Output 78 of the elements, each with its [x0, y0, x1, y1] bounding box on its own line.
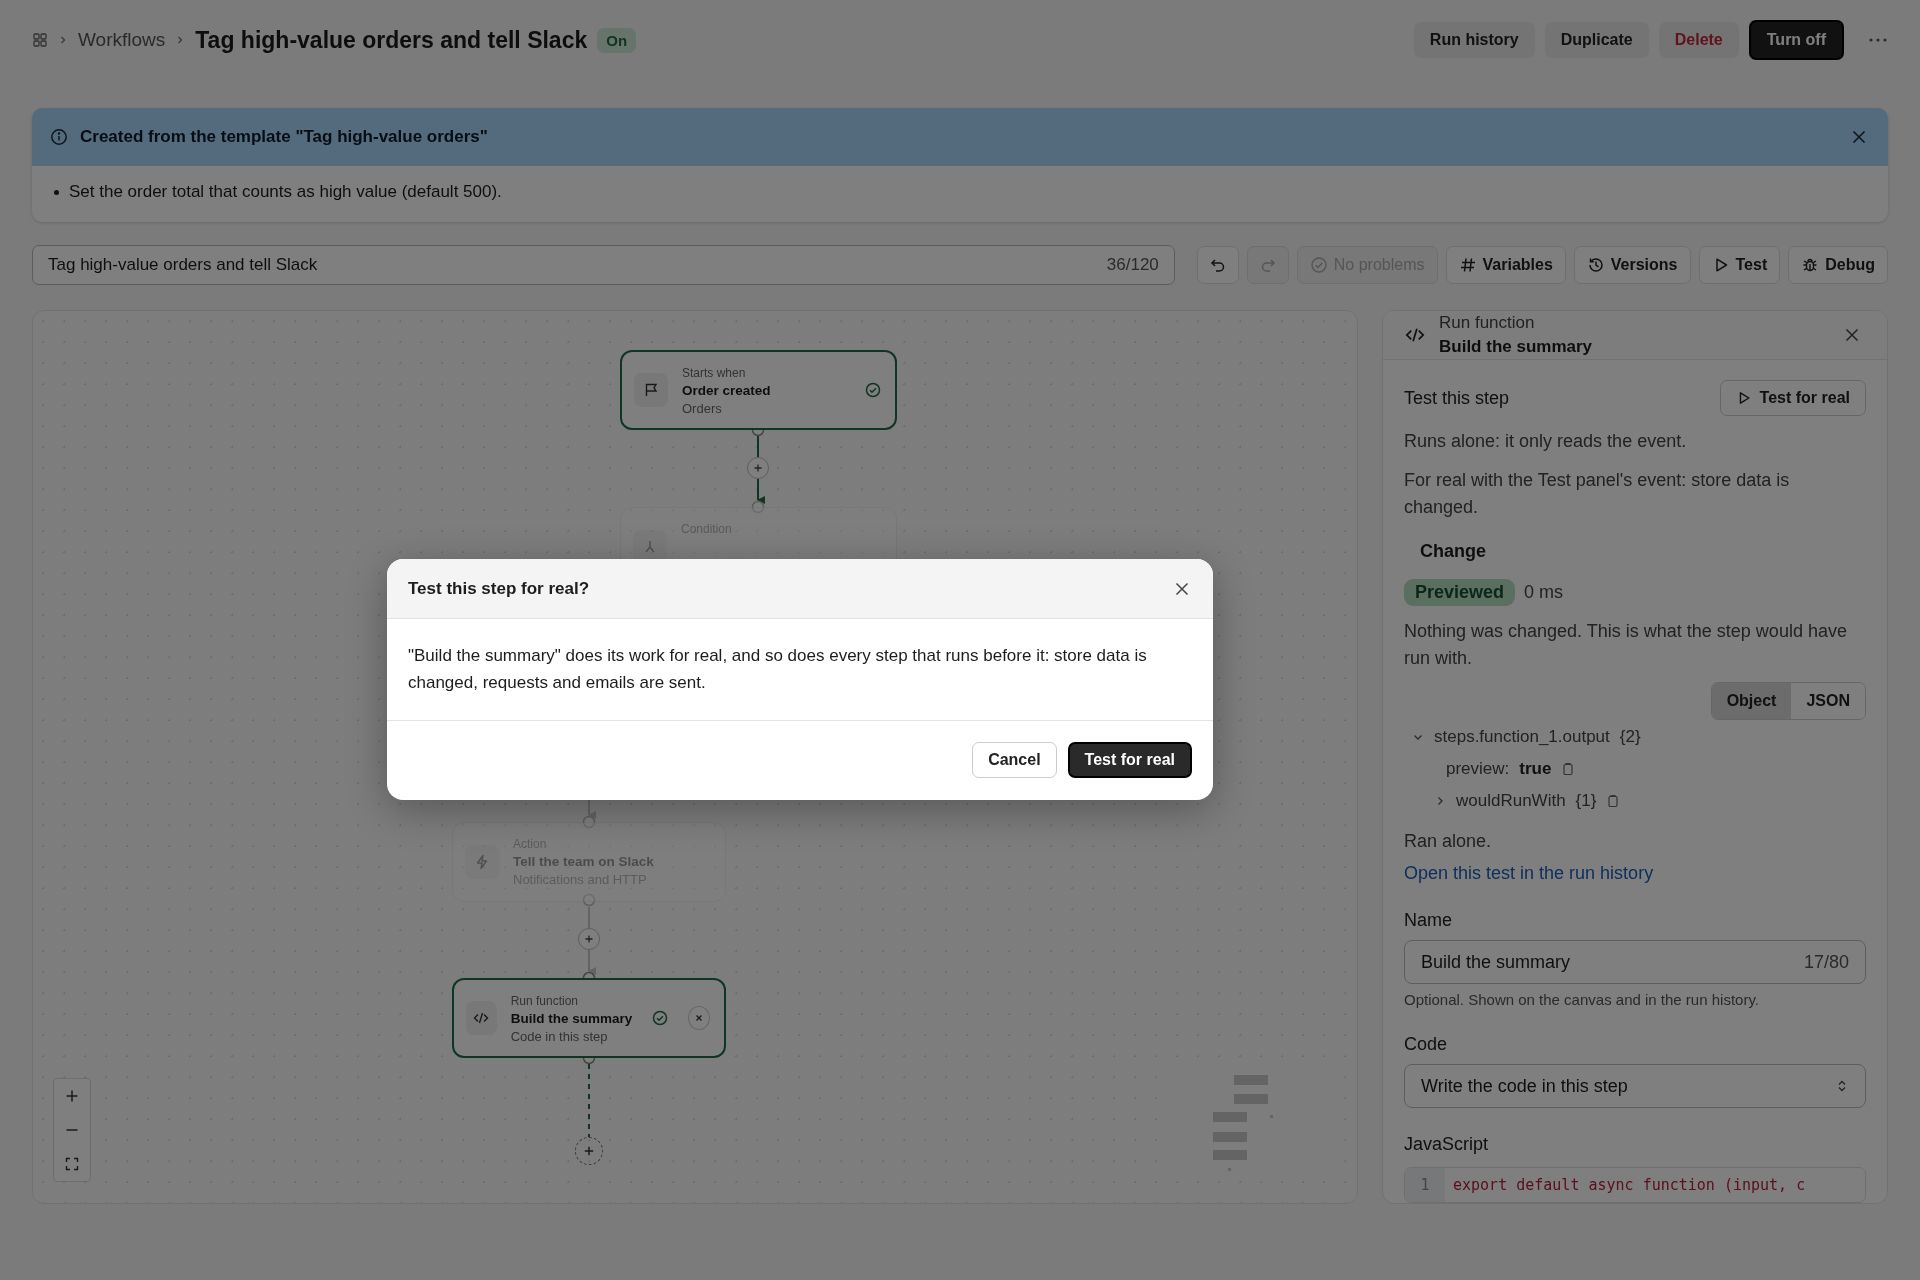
help-text: Optional. Shown on the canvas and in the run history. [1404, 991, 1760, 1008]
check-circle-icon [865, 382, 881, 398]
node-caption: Run function [510, 993, 580, 1010]
node-subtitle: Orders [682, 400, 723, 418]
tree-key: preview: [1446, 759, 1510, 779]
view-toggle[interactable]: Object [1711, 683, 1792, 719]
dialog-title: Test this step for real? [408, 578, 590, 599]
check-circle-icon [1309, 256, 1328, 274]
node-caption: Starts when [682, 365, 747, 382]
result-footer: Ran alone. [1404, 828, 1866, 855]
code-source-select[interactable]: Write the code in this step [1404, 1064, 1866, 1108]
tree-count: {2} [1619, 727, 1641, 747]
section-heading: Change [1420, 541, 1487, 562]
debug-button[interactable]: Debug [1788, 246, 1888, 284]
flag-icon [643, 382, 659, 398]
field-label: JavaScript [1404, 1134, 1490, 1155]
code-icon [473, 1010, 490, 1026]
versions-button[interactable]: Versions [1573, 246, 1691, 284]
workflow-node[interactable]: Run function Build the summary Code in this step [452, 978, 726, 1058]
dialog-message: "Build the summary" does its work for real, and so does every step that runs before it: store data is changed, requests and emails are sent. [408, 646, 1147, 692]
field-label: Name [1404, 910, 1453, 931]
tree-value: true [1519, 759, 1552, 779]
apps-grid-icon[interactable] [32, 32, 48, 48]
bullet-icon [54, 189, 59, 195]
field-label: Code [1404, 1034, 1449, 1055]
plus-icon [753, 463, 763, 473]
add-step-button[interactable] [578, 928, 600, 950]
run-history-link[interactable]: Open this test in the run history [1404, 863, 1866, 884]
step-name-input[interactable]: Build the summary 17/80 [1404, 940, 1866, 984]
chevron-right-icon [58, 35, 68, 45]
node-title: Build the summary [510, 1010, 633, 1028]
breadcrumb-link[interactable]: Workflows [78, 29, 166, 51]
bug-icon [1801, 256, 1820, 274]
hash-icon [1458, 256, 1477, 274]
close-icon[interactable] [1843, 326, 1861, 344]
status-badge: On [597, 27, 637, 53]
undo-button[interactable] [1196, 246, 1239, 284]
node-title: Order created [682, 382, 772, 400]
undo-icon [1208, 256, 1227, 274]
notice-title: Created from the template "Tag high-value orders" [80, 127, 488, 147]
confirm-button[interactable]: Test for real [1067, 742, 1192, 778]
header-button[interactable]: Duplicate [1544, 22, 1649, 58]
panel-title: Build the summary [1439, 337, 1593, 357]
cancel-button[interactable]: Cancel [972, 742, 1057, 778]
tree-key: steps.function_1.output [1434, 727, 1610, 747]
add-step-button[interactable] [747, 457, 769, 479]
connection-port[interactable] [582, 815, 596, 829]
test-button[interactable]: Test [1698, 246, 1781, 284]
check-circle-icon [652, 1010, 669, 1026]
workflow-title: Tag high-value orders and tell Slack [195, 26, 588, 54]
delete-button[interactable]: Delete [1658, 22, 1739, 58]
tree-count: {1} [1575, 791, 1597, 811]
plus-icon [583, 1145, 595, 1157]
result-message: Nothing was changed. This is what the step would have run with. [1404, 620, 1848, 670]
panel-type: Run function [1439, 313, 1536, 333]
name-input[interactable]: Tag high-value orders and tell Slack 36/120 [32, 245, 1175, 285]
node-subtitle: Code in this step [510, 1028, 609, 1046]
section-heading: Test this step [1404, 387, 1510, 409]
turn-off-button[interactable]: Turn off [1748, 20, 1844, 60]
code-line: export default async function (input, c [1452, 1176, 1806, 1194]
plus-icon [584, 934, 594, 944]
help-text: Runs alone: it only reads the event. [1404, 430, 1688, 453]
info-icon [50, 128, 68, 146]
notice-text: Set the order total that counts as high value (default 500). [69, 182, 502, 202]
test-for-real-button[interactable]: Test for real [1719, 380, 1866, 416]
status-badge: Previewed [1404, 579, 1516, 606]
duration-text: 0 ms [1524, 582, 1564, 603]
history-icon [1586, 256, 1605, 274]
help-text: For real with the Test panel's event: store data is changed. [1404, 469, 1791, 519]
clipboard-icon[interactable] [1561, 762, 1576, 776]
variables-button[interactable]: Variables [1445, 246, 1566, 284]
tree-key: wouldRunWith [1456, 791, 1566, 811]
close-icon [694, 1013, 705, 1023]
clipboard-icon[interactable] [1606, 794, 1621, 808]
header-button[interactable]: Run history [1413, 22, 1535, 58]
connection-port[interactable] [751, 500, 765, 514]
workflow-node[interactable]: Starts when Order created Orders [620, 350, 897, 430]
more-icon[interactable] [1868, 37, 1888, 43]
